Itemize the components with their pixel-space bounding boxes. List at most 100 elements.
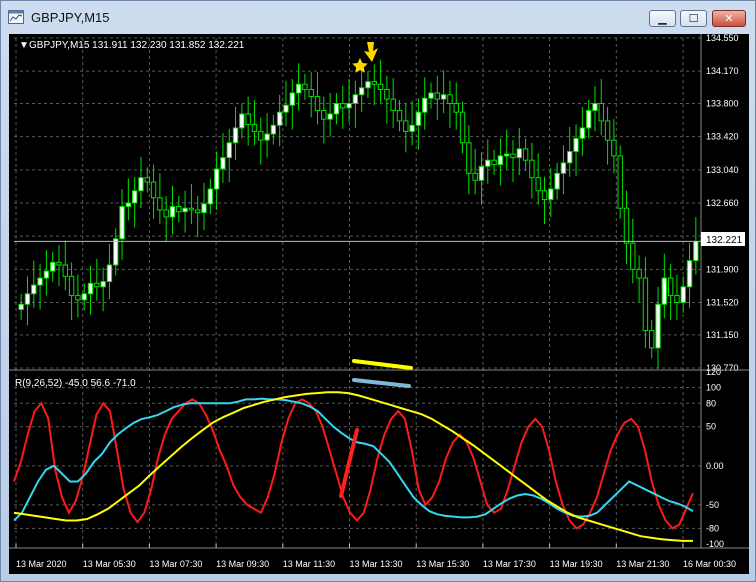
candle-body [422, 97, 428, 113]
x-tick-label: 13 Mar 19:30 [550, 559, 603, 569]
candle-body [472, 172, 478, 181]
title-bar[interactable]: GBPJPY,M15 ▁ ☐ ✕ [1, 1, 755, 33]
candle-body [642, 277, 649, 331]
indicator-scale-label: 50 [706, 422, 716, 432]
candle-body [440, 94, 447, 100]
candle-body [592, 102, 598, 111]
x-tick-label: 13 Mar 13:30 [350, 559, 403, 569]
candle-body [579, 127, 586, 139]
x-tick-label: 16 Mar 00:30 [683, 559, 736, 569]
candle-body [314, 95, 321, 111]
candle-body [554, 172, 560, 190]
trend-line-blue [352, 378, 411, 388]
x-tick-label: 13 Mar 09:30 [216, 559, 269, 569]
candle-body [567, 150, 573, 164]
candlestick-series [18, 59, 699, 369]
candle-body [655, 303, 661, 349]
candle-body [49, 261, 56, 272]
candle-body [529, 159, 535, 179]
minimize-button[interactable]: ▁ [649, 10, 676, 27]
chart-canvas[interactable]: 13 Mar 2020 13 Mar 05:30 13 Mar 07:30 13 Ma… [9, 33, 749, 574]
candle-body [232, 127, 239, 144]
candle-body [113, 238, 119, 266]
candle-body [43, 270, 50, 279]
candle-body [87, 282, 94, 295]
candle-body [409, 124, 415, 132]
indicator-scale-label: -50 [706, 500, 719, 510]
candle-body [106, 264, 113, 283]
candle-body [131, 190, 138, 204]
close-button[interactable]: ✕ [712, 10, 746, 27]
candle-body [31, 284, 37, 295]
candle-body [176, 205, 182, 213]
candle-body [245, 113, 251, 125]
candle-body [302, 83, 308, 91]
candle-body [163, 209, 169, 218]
price-label: 134.550 [706, 34, 739, 43]
candle-body [119, 205, 125, 240]
candle-body [100, 281, 106, 288]
oscillator-line-fast [13, 398, 694, 530]
candle-body [365, 81, 371, 89]
price-label: 132.660 [706, 198, 739, 208]
candle-body [358, 87, 365, 96]
oscillator-series [13, 391, 694, 542]
candle-body [308, 89, 314, 97]
price-label: 133.040 [706, 165, 739, 175]
candle-body [62, 264, 68, 277]
main-header-arrow[interactable]: ▼ [19, 40, 29, 51]
indicator-scale-label: 80 [706, 398, 716, 408]
candle-body [661, 277, 668, 305]
candle-body [447, 94, 453, 104]
candle-body [270, 124, 277, 135]
trend-line-red [339, 428, 359, 498]
candle-body [188, 207, 195, 211]
candle-body [56, 261, 62, 266]
candle-body [466, 142, 472, 174]
candle-body [258, 130, 264, 141]
candle-body [321, 109, 327, 120]
candle-body [346, 102, 352, 109]
close-icon: ✕ [724, 12, 734, 25]
maximize-icon: ☐ [688, 12, 699, 25]
candle-body [371, 81, 377, 85]
candle-body [81, 293, 87, 301]
chart-area[interactable]: 13 Mar 2020 13 Mar 05:30 13 Mar 07:30 13 Ma… [9, 33, 749, 574]
candle-body [485, 159, 491, 167]
x-tick-label: 13 Mar 07:30 [149, 559, 202, 569]
price-label: 133.420 [706, 132, 739, 142]
candle-body [649, 329, 655, 349]
candle-body [560, 162, 567, 174]
candle-body [434, 92, 441, 100]
indicator-header: R(9,26,52) -45.0 56.6 -71.0 [15, 378, 136, 389]
candle-body [24, 293, 31, 305]
candle-body [352, 94, 359, 104]
price-label: 131.150 [706, 330, 739, 340]
indicator-scale-label: 120 [706, 367, 721, 377]
x-tick-label: 13 Mar 15:30 [416, 559, 469, 569]
maximize-button[interactable]: ☐ [680, 10, 707, 27]
candle-body [403, 120, 409, 132]
current-price-marker: 132.221 [701, 232, 745, 246]
candle-body [201, 203, 207, 214]
candle-body [333, 102, 340, 115]
x-tick-label: 13 Mar 21:30 [616, 559, 669, 569]
candle-body [239, 113, 245, 129]
candle-body [585, 109, 592, 129]
grid [14, 37, 701, 544]
candle-body [396, 109, 403, 122]
candle-body [157, 197, 163, 211]
candle-body [207, 188, 214, 205]
indicator-scale-label: 100 [706, 383, 721, 393]
candle-body [251, 123, 258, 132]
candle-body [636, 268, 642, 279]
main-header: GBPJPY,M15 131.911 132.230 131.852 132.2… [29, 40, 245, 51]
candle-body [75, 295, 81, 301]
candle-body [377, 83, 384, 91]
minimize-icon: ▁ [658, 12, 667, 25]
axes: 13 Mar 2020 13 Mar 05:30 13 Mar 07:30 13 Ma… [9, 33, 749, 569]
candle-body [264, 133, 270, 141]
candle-body [169, 205, 176, 218]
candle-body [497, 155, 504, 166]
x-tick-label: 13 Mar 05:30 [83, 559, 136, 569]
